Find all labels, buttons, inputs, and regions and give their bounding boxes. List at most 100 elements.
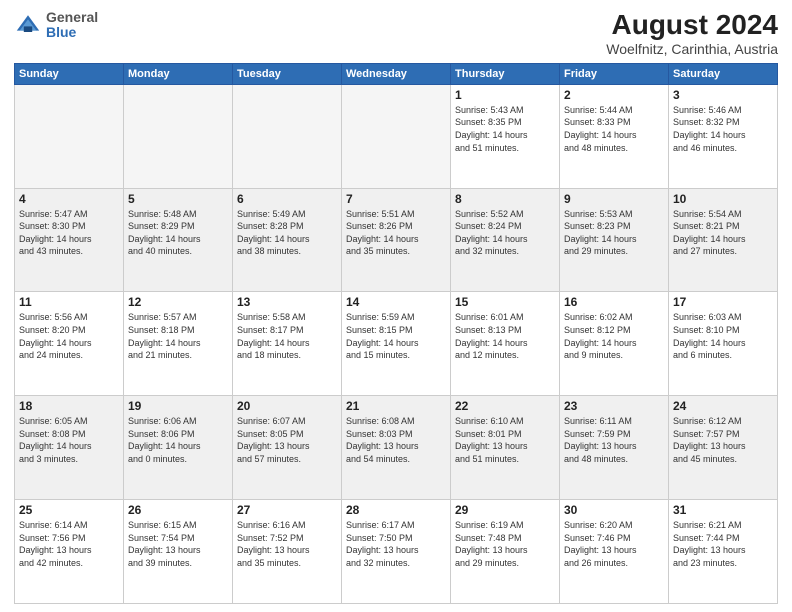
calendar-cell: 30 Sunrise: 6:20 AM Sunset: 7:46 PM Dayli… (560, 500, 669, 604)
calendar-cell: 16 Sunrise: 6:02 AM Sunset: 8:12 PM Dayli… (560, 292, 669, 396)
calendar-cell: 19 Sunrise: 6:06 AM Sunset: 8:06 PM Dayli… (124, 396, 233, 500)
day-number: 3 (673, 88, 773, 102)
day-number: 16 (564, 295, 664, 309)
calendar-week-row: 4 Sunrise: 5:47 AM Sunset: 8:30 PM Daylig… (15, 188, 778, 292)
day-number: 30 (564, 503, 664, 517)
day-number: 27 (237, 503, 337, 517)
calendar-cell: 28 Sunrise: 6:17 AM Sunset: 7:50 PM Dayli… (342, 500, 451, 604)
day-number: 5 (128, 192, 228, 206)
day-info: Sunrise: 5:43 AM Sunset: 8:35 PM Dayligh… (455, 104, 555, 154)
calendar-cell: 18 Sunrise: 6:05 AM Sunset: 8:08 PM Dayli… (15, 396, 124, 500)
calendar-cell: 21 Sunrise: 6:08 AM Sunset: 8:03 PM Dayli… (342, 396, 451, 500)
logo-icon (14, 11, 42, 39)
day-number: 25 (19, 503, 119, 517)
calendar-cell: 6Sunrise: 5:49 AM Sunset: 8:28 PM Daylig… (233, 188, 342, 292)
calendar-cell: 17 Sunrise: 6:03 AM Sunset: 8:10 PM Dayli… (669, 292, 778, 396)
day-number: 15 (455, 295, 555, 309)
day-number: 14 (346, 295, 446, 309)
day-info: Sunrise: 6:12 AM Sunset: 7:57 PM Dayligh… (673, 415, 773, 465)
calendar-cell: 31 Sunrise: 6:21 AM Sunset: 7:44 PM Dayli… (669, 500, 778, 604)
calendar-cell (15, 84, 124, 188)
calendar-cell: 24 Sunrise: 6:12 AM Sunset: 7:57 PM Dayli… (669, 396, 778, 500)
day-number: 20 (237, 399, 337, 413)
weekday-header: Friday (560, 63, 669, 84)
day-number: 1 (455, 88, 555, 102)
calendar-cell: 23Sunrise: 6:11 AM Sunset: 7:59 PM Dayli… (560, 396, 669, 500)
day-info: Sunrise: 6:01 AM Sunset: 8:13 PM Dayligh… (455, 311, 555, 361)
day-info: Sunrise: 5:51 AM Sunset: 8:26 PM Dayligh… (346, 208, 446, 258)
day-info: Sunrise: 6:15 AM Sunset: 7:54 PM Dayligh… (128, 519, 228, 569)
day-number: 2 (564, 88, 664, 102)
day-number: 31 (673, 503, 773, 517)
calendar-title: August 2024 (606, 10, 778, 41)
day-number: 18 (19, 399, 119, 413)
day-info: Sunrise: 5:49 AM Sunset: 8:28 PM Dayligh… (237, 208, 337, 258)
day-info: Sunrise: 5:48 AM Sunset: 8:29 PM Dayligh… (128, 208, 228, 258)
weekday-header: Monday (124, 63, 233, 84)
day-info: Sunrise: 6:20 AM Sunset: 7:46 PM Dayligh… (564, 519, 664, 569)
calendar-cell: 9Sunrise: 5:53 AM Sunset: 8:23 PM Daylig… (560, 188, 669, 292)
day-info: Sunrise: 6:17 AM Sunset: 7:50 PM Dayligh… (346, 519, 446, 569)
day-info: Sunrise: 5:56 AM Sunset: 8:20 PM Dayligh… (19, 311, 119, 361)
day-info: Sunrise: 6:14 AM Sunset: 7:56 PM Dayligh… (19, 519, 119, 569)
day-info: Sunrise: 6:19 AM Sunset: 7:48 PM Dayligh… (455, 519, 555, 569)
calendar-cell: 8Sunrise: 5:52 AM Sunset: 8:24 PM Daylig… (451, 188, 560, 292)
logo: General Blue (14, 10, 98, 41)
weekday-header: Wednesday (342, 63, 451, 84)
day-info: Sunrise: 6:02 AM Sunset: 8:12 PM Dayligh… (564, 311, 664, 361)
weekday-header: Saturday (669, 63, 778, 84)
day-number: 9 (564, 192, 664, 206)
day-number: 7 (346, 192, 446, 206)
day-number: 19 (128, 399, 228, 413)
calendar-cell: 11 Sunrise: 5:56 AM Sunset: 8:20 PM Dayli… (15, 292, 124, 396)
day-number: 22 (455, 399, 555, 413)
top-area: General Blue August 2024 Woelfnitz, Cari… (14, 10, 778, 57)
day-info: Sunrise: 6:21 AM Sunset: 7:44 PM Dayligh… (673, 519, 773, 569)
day-info: Sunrise: 6:07 AM Sunset: 8:05 PM Dayligh… (237, 415, 337, 465)
day-info: Sunrise: 5:47 AM Sunset: 8:30 PM Dayligh… (19, 208, 119, 258)
calendar-cell (124, 84, 233, 188)
logo-line2: Blue (46, 25, 98, 40)
calendar-cell: 13 Sunrise: 5:58 AM Sunset: 8:17 PM Dayli… (233, 292, 342, 396)
calendar-subtitle: Woelfnitz, Carinthia, Austria (606, 41, 778, 57)
calendar-cell: 10Sunrise: 5:54 AM Sunset: 8:21 PM Dayli… (669, 188, 778, 292)
day-info: Sunrise: 5:52 AM Sunset: 8:24 PM Dayligh… (455, 208, 555, 258)
calendar-cell: 12Sunrise: 5:57 AM Sunset: 8:18 PM Dayli… (124, 292, 233, 396)
day-info: Sunrise: 6:06 AM Sunset: 8:06 PM Dayligh… (128, 415, 228, 465)
calendar-cell (233, 84, 342, 188)
day-info: Sunrise: 5:57 AM Sunset: 8:18 PM Dayligh… (128, 311, 228, 361)
day-number: 24 (673, 399, 773, 413)
weekday-header-row: SundayMondayTuesdayWednesdayThursdayFrid… (15, 63, 778, 84)
day-number: 28 (346, 503, 446, 517)
logo-text: General Blue (46, 10, 98, 41)
calendar-cell: 5 Sunrise: 5:48 AM Sunset: 8:29 PM Daylig… (124, 188, 233, 292)
weekday-header: Thursday (451, 63, 560, 84)
day-info: Sunrise: 5:58 AM Sunset: 8:17 PM Dayligh… (237, 311, 337, 361)
day-info: Sunrise: 5:54 AM Sunset: 8:21 PM Dayligh… (673, 208, 773, 258)
day-info: Sunrise: 6:16 AM Sunset: 7:52 PM Dayligh… (237, 519, 337, 569)
calendar-cell: 3 Sunrise: 5:46 AM Sunset: 8:32 PM Daylig… (669, 84, 778, 188)
day-info: Sunrise: 6:05 AM Sunset: 8:08 PM Dayligh… (19, 415, 119, 465)
day-number: 13 (237, 295, 337, 309)
calendar-cell: 2 Sunrise: 5:44 AM Sunset: 8:33 PM Daylig… (560, 84, 669, 188)
day-number: 26 (128, 503, 228, 517)
day-info: Sunrise: 5:46 AM Sunset: 8:32 PM Dayligh… (673, 104, 773, 154)
calendar-week-row: 11 Sunrise: 5:56 AM Sunset: 8:20 PM Dayli… (15, 292, 778, 396)
calendar-week-row: 25 Sunrise: 6:14 AM Sunset: 7:56 PM Dayli… (15, 500, 778, 604)
day-info: Sunrise: 6:11 AM Sunset: 7:59 PM Dayligh… (564, 415, 664, 465)
calendar-cell: 29Sunrise: 6:19 AM Sunset: 7:48 PM Dayli… (451, 500, 560, 604)
day-number: 17 (673, 295, 773, 309)
day-number: 11 (19, 295, 119, 309)
logo-line1: General (46, 10, 98, 25)
day-number: 21 (346, 399, 446, 413)
weekday-header: Sunday (15, 63, 124, 84)
day-info: Sunrise: 5:44 AM Sunset: 8:33 PM Dayligh… (564, 104, 664, 154)
calendar-cell: 26 Sunrise: 6:15 AM Sunset: 7:54 PM Dayli… (124, 500, 233, 604)
day-info: Sunrise: 6:10 AM Sunset: 8:01 PM Dayligh… (455, 415, 555, 465)
day-number: 4 (19, 192, 119, 206)
calendar-cell: 15 Sunrise: 6:01 AM Sunset: 8:13 PM Dayli… (451, 292, 560, 396)
day-info: Sunrise: 6:03 AM Sunset: 8:10 PM Dayligh… (673, 311, 773, 361)
calendar-cell: 25 Sunrise: 6:14 AM Sunset: 7:56 PM Dayli… (15, 500, 124, 604)
day-info: Sunrise: 6:08 AM Sunset: 8:03 PM Dayligh… (346, 415, 446, 465)
calendar-table: SundayMondayTuesdayWednesdayThursdayFrid… (14, 63, 778, 604)
